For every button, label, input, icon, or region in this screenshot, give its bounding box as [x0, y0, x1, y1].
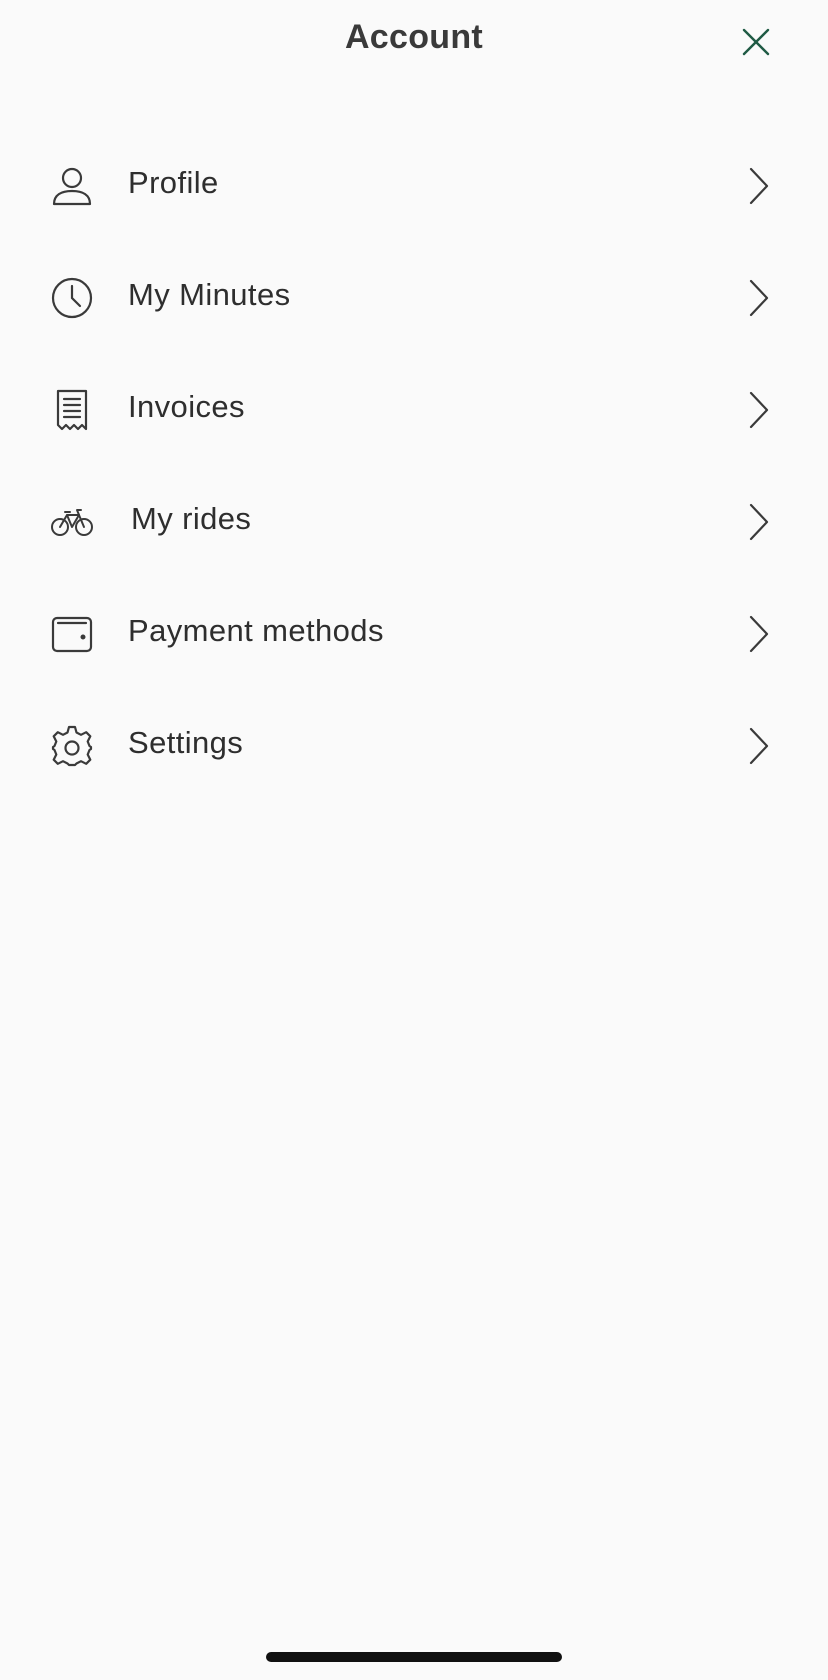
- close-icon: [742, 28, 770, 56]
- person-icon: [50, 164, 94, 208]
- menu-item-my-minutes[interactable]: My Minutes: [0, 240, 828, 352]
- menu-item-label: Settings: [128, 725, 244, 760]
- menu-item-label: My Minutes: [128, 277, 291, 312]
- receipt-icon: [50, 388, 94, 432]
- wallet-icon: [50, 612, 94, 656]
- chevron-right-icon: [744, 276, 774, 320]
- account-screen: Account Profile My Minutes Invoices My r…: [0, 0, 828, 1680]
- menu-item-payment-methods[interactable]: Payment methods: [0, 576, 828, 688]
- menu-item-label: Payment methods: [128, 613, 384, 648]
- header: Account: [0, 0, 828, 82]
- clock-icon: [50, 276, 94, 320]
- chevron-right-icon: [744, 164, 774, 208]
- menu-item-profile[interactable]: Profile: [0, 128, 828, 240]
- menu-item-label: Profile: [128, 165, 219, 200]
- close-button[interactable]: [734, 20, 778, 64]
- chevron-right-icon: [744, 388, 774, 432]
- account-menu: Profile My Minutes Invoices My rides Pay…: [0, 128, 828, 800]
- menu-item-label: My rides: [131, 501, 252, 536]
- menu-item-settings[interactable]: Settings: [0, 688, 828, 800]
- bicycle-icon: [50, 500, 94, 544]
- menu-item-my-rides[interactable]: My rides: [0, 464, 828, 576]
- menu-item-label: Invoices: [128, 389, 245, 424]
- chevron-right-icon: [744, 500, 774, 544]
- menu-item-invoices[interactable]: Invoices: [0, 352, 828, 464]
- home-indicator[interactable]: [266, 1652, 562, 1662]
- chevron-right-icon: [744, 612, 774, 656]
- chevron-right-icon: [744, 724, 774, 768]
- page-title: Account: [344, 18, 484, 56]
- gear-icon: [50, 724, 94, 768]
